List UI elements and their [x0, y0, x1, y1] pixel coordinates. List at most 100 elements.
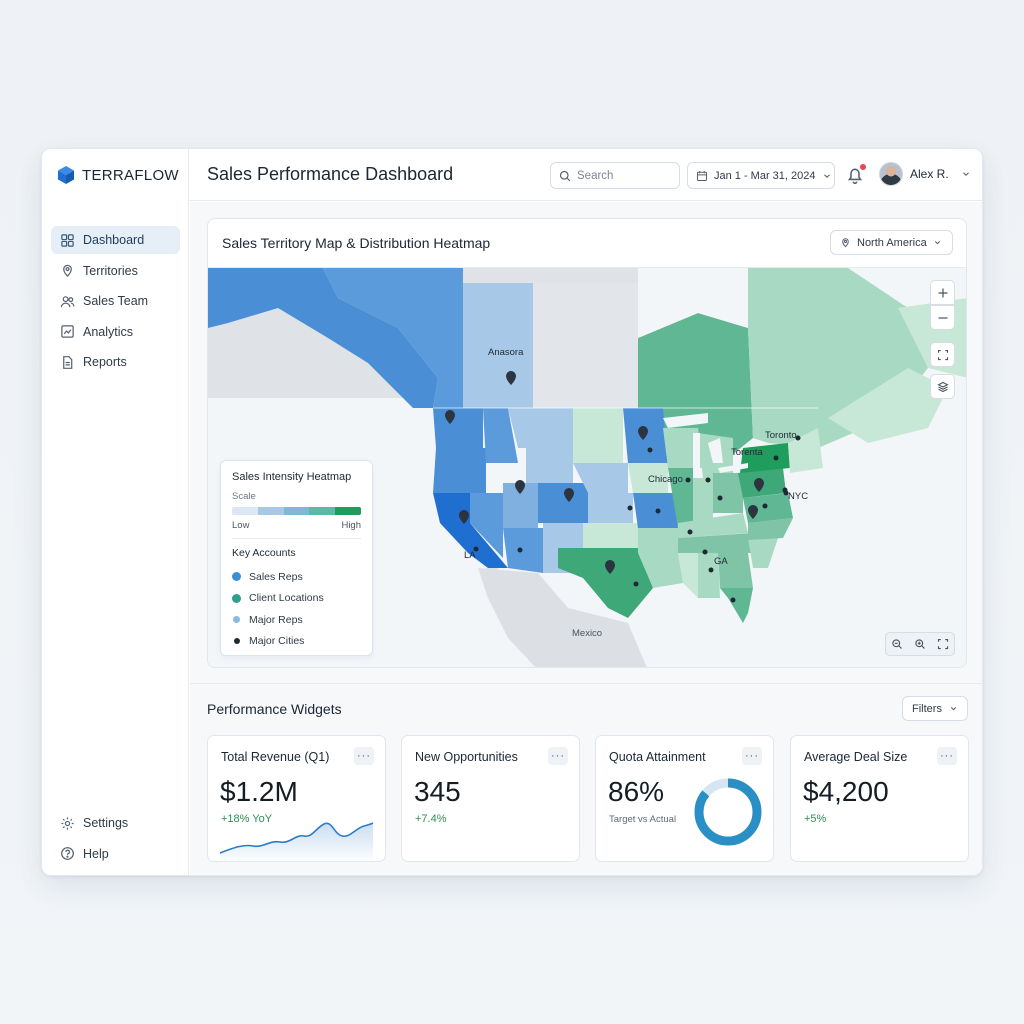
app-window: TERRAFLOW Dashboard Territories Sales Te…: [41, 148, 983, 876]
region-manitoba: [593, 283, 638, 408]
grid-icon: [61, 233, 74, 247]
legend-key-title: Key Accounts: [232, 547, 296, 559]
map-pin-icon: [63, 264, 72, 277]
filters-button[interactable]: Filters: [902, 696, 968, 721]
widget-title: Average Deal Size: [804, 750, 908, 764]
widget-average-deal-size[interactable]: Average Deal Size ··· $4,200 +5%: [790, 735, 969, 862]
widget-subtitle: Target vs Actual: [609, 814, 677, 825]
scale-step: [232, 507, 258, 515]
legend-key-label: Major Reps: [249, 613, 303, 626]
document-icon: [63, 355, 73, 369]
brand-name: TERRAFLOW: [82, 166, 179, 184]
sidebar-item-dashboard[interactable]: Dashboard: [51, 226, 180, 254]
region-washington: [433, 408, 483, 448]
legend-key-label: Client Locations: [249, 592, 324, 605]
region-alberta: [463, 283, 533, 408]
user-name: Alex R.: [910, 167, 949, 181]
notification-dot: [860, 164, 866, 170]
lake-michigan: [693, 433, 700, 473]
region-texas: [558, 548, 653, 618]
page-title: Sales Performance Dashboard: [207, 164, 454, 184]
sidebar-item-label: Territories: [83, 263, 138, 278]
map-canvas[interactable]: Anasora Toronto Torenta Chicago NYC LA G…: [208, 267, 966, 667]
gear-icon: [61, 816, 74, 830]
brand[interactable]: TERRAFLOW: [56, 165, 179, 185]
fullscreen-button[interactable]: [930, 342, 955, 367]
date-range-picker[interactable]: Jan 1 - Mar 31, 2024: [687, 162, 835, 189]
plus-icon: [938, 288, 947, 297]
widgets-title: Performance Widgets: [207, 701, 342, 717]
section-divider: [190, 683, 982, 684]
donut-chart: [694, 778, 762, 846]
scale-step: [335, 507, 361, 515]
legend-dot: [232, 572, 241, 582]
map-card: Sales Territory Map & Distribution Heatm…: [207, 218, 967, 668]
legend-scale-bar: [232, 507, 361, 515]
sidebar-item-label: Reports: [83, 355, 127, 369]
region-arizona: [503, 528, 543, 573]
legend-key-label: Major Cities: [249, 635, 305, 648]
sidebar-item-label: Settings: [83, 816, 129, 830]
expand-icon: [937, 349, 948, 360]
minus-icon: [938, 316, 947, 319]
sidebar-item-label: Dashboard: [83, 233, 145, 247]
sparkline: [219, 822, 374, 861]
chevron-down-icon: [962, 172, 969, 177]
map-label-nyc: NYC: [788, 491, 808, 502]
map-label-torenta: Torenta: [731, 447, 763, 458]
region-select[interactable]: North America: [830, 230, 953, 255]
main-content: Sales Territory Map & Distribution Heatm…: [190, 202, 982, 875]
chevron-down-icon: [950, 707, 957, 711]
user-menu[interactable]: Alex R.: [879, 162, 971, 186]
scale-step: [283, 507, 310, 515]
sidebar-item-label: Sales Team: [83, 294, 149, 308]
zoom-out-icon[interactable]: [891, 638, 903, 650]
more-options-button[interactable]: ···: [742, 747, 762, 765]
scale-step: [309, 507, 336, 515]
search-input[interactable]: Search: [550, 162, 680, 189]
layers-button[interactable]: [930, 374, 955, 399]
more-options-button[interactable]: ···: [548, 747, 568, 765]
legend-key-item: Major Cities: [232, 631, 361, 653]
widget-value: 345: [414, 776, 461, 807]
search-placeholder: Search: [577, 169, 614, 182]
legend-key-item: Sales Reps: [232, 566, 361, 588]
map-label-la: LA: [464, 550, 476, 561]
topbar: Sales Performance Dashboard Search Jan 1…: [190, 149, 982, 201]
widget-quota-attainment[interactable]: Quota Attainment ··· 86% Target vs Actua…: [595, 735, 774, 862]
zoom-in-icon[interactable]: [914, 638, 926, 650]
fit-icon[interactable]: [937, 638, 949, 650]
region-montana: [508, 408, 573, 448]
sidebar-item-sales-team[interactable]: Sales Team: [51, 287, 180, 315]
map-label-chicago: Chicago: [648, 474, 683, 485]
scale-step: [257, 507, 284, 515]
map-label-mexico: Mexico: [572, 628, 602, 639]
widget-value: 86%: [608, 776, 665, 807]
date-range-label: Jan 1 - Mar 31, 2024: [714, 169, 816, 182]
avatar: [879, 162, 903, 186]
sidebar-bottom-nav: Settings Help: [51, 809, 180, 870]
legend-dot: [233, 638, 240, 645]
region-indiana: [693, 478, 713, 523]
region-arkansas: [638, 528, 678, 553]
sidebar-item-settings[interactable]: Settings: [51, 809, 180, 837]
zoom-in-button[interactable]: [930, 280, 955, 305]
legend-dot: [232, 593, 241, 603]
widget-total-revenue[interactable]: Total Revenue (Q1) ··· $1.2M +18% YoY: [207, 735, 386, 862]
legend-key-label: Sales Reps: [249, 570, 303, 583]
cube-logo-icon: [58, 166, 74, 184]
region-oregon: [433, 448, 486, 493]
region-oklahoma: [583, 523, 638, 548]
map-label-anasora: Anasora: [488, 347, 524, 358]
legend-key-item: Major Reps: [232, 609, 361, 631]
more-options-button[interactable]: ···: [937, 747, 957, 765]
sidebar-item-territories[interactable]: Territories: [51, 257, 180, 285]
sidebar: TERRAFLOW Dashboard Territories Sales Te…: [42, 149, 189, 875]
map-label-toronto: Toronto: [765, 430, 797, 441]
sidebar-item-reports[interactable]: Reports: [51, 348, 180, 376]
sidebar-item-analytics[interactable]: Analytics: [51, 318, 180, 346]
chevron-down-icon: [823, 173, 830, 178]
sidebar-item-help[interactable]: Help: [51, 840, 180, 868]
widget-new-opportunities[interactable]: New Opportunities ··· 345 +7.4%: [401, 735, 580, 862]
zoom-out-button[interactable]: [930, 305, 955, 330]
